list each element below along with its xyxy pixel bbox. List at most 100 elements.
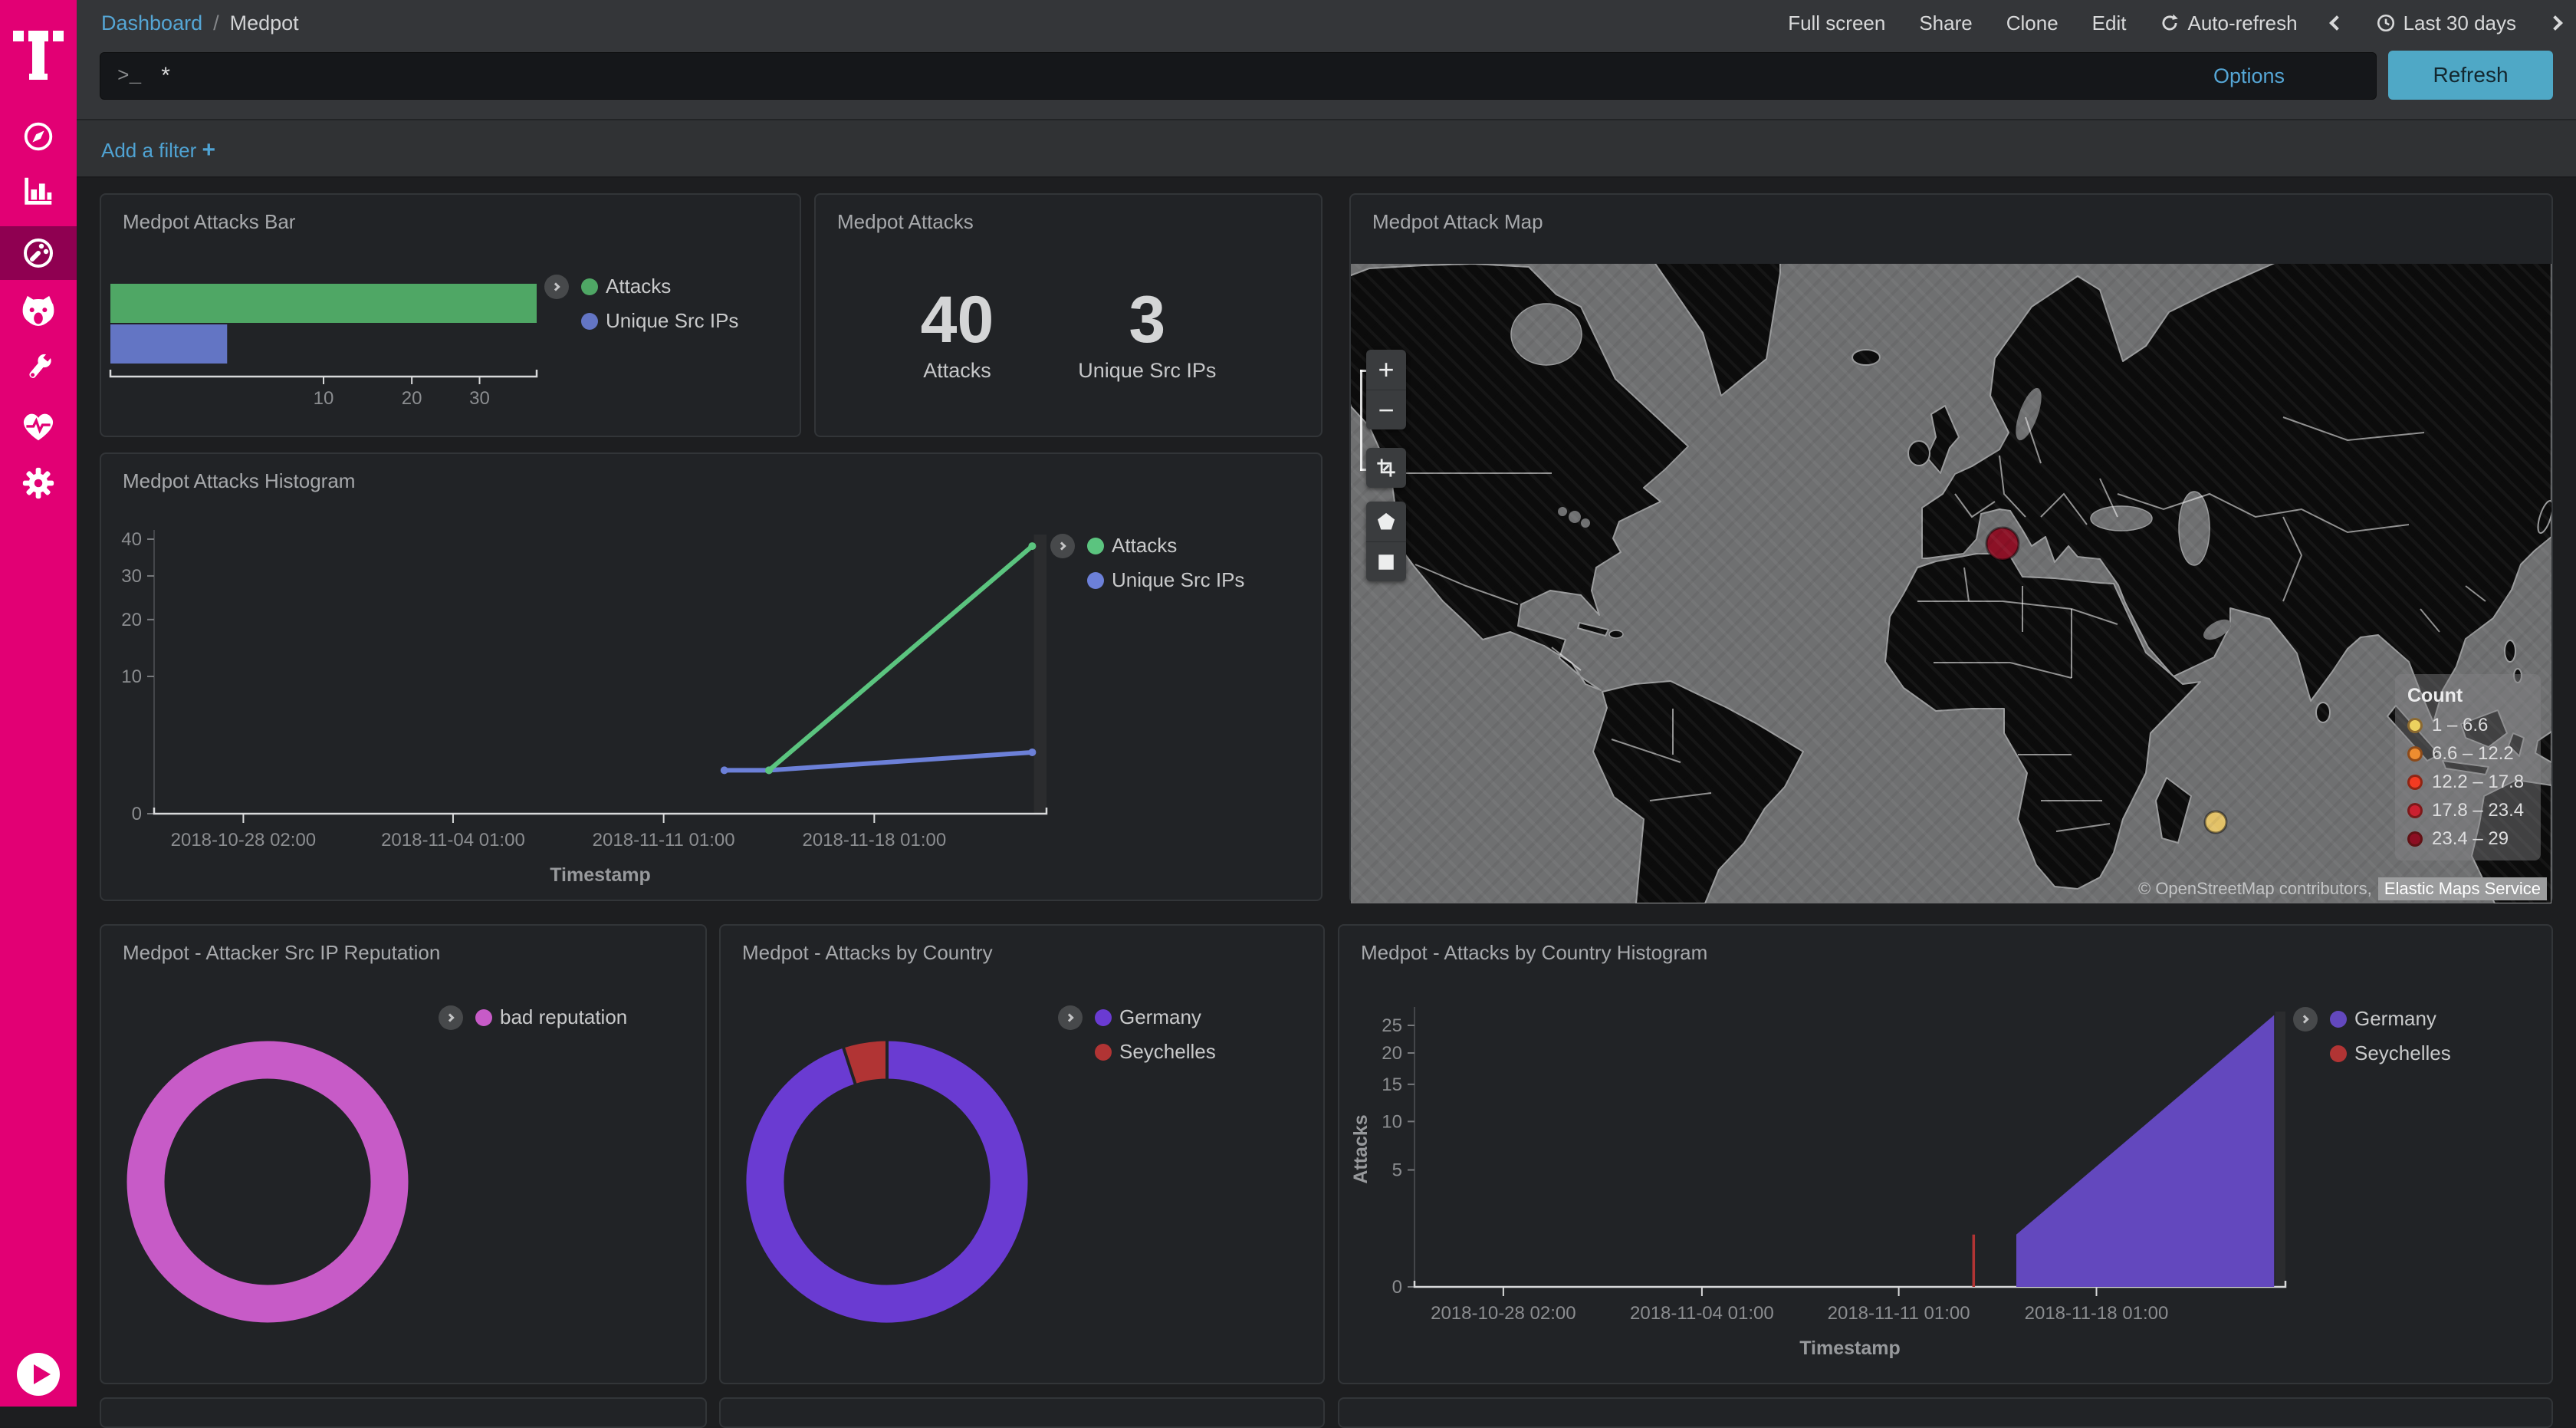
area-chart[interactable]: 05101520252018-10-28 02:002018-11-04 01:… — [1339, 926, 2551, 1383]
map-legend-title: Count — [2407, 685, 2528, 707]
legend-item-unique-src-ips[interactable]: Unique Src IPs — [581, 309, 738, 333]
refresh-button[interactable]: Refresh — [2388, 51, 2553, 100]
map-draw-controls — [1366, 502, 1406, 581]
time-forward-button[interactable] — [2550, 18, 2561, 28]
svg-text:0: 0 — [132, 804, 142, 824]
donut-chart[interactable] — [721, 926, 1323, 1383]
zoom-in-button[interactable]: + — [1366, 350, 1406, 390]
breadcrumb-dashboard-link[interactable]: Dashboard — [101, 12, 202, 35]
clone-button[interactable]: Clone — [2006, 12, 2058, 35]
panel-partial — [100, 1397, 707, 1428]
svg-text:20: 20 — [121, 610, 142, 630]
zoom-out-button[interactable]: − — [1366, 390, 1406, 429]
gear-icon — [21, 466, 56, 501]
ocean-pattern — [1351, 264, 2551, 903]
sidebar-item-honeypot[interactable] — [0, 284, 77, 337]
legend-item-seychelles[interactable]: Seychelles — [2330, 1041, 2451, 1065]
legend-toggle-button[interactable] — [1058, 1005, 1083, 1030]
full-screen-button[interactable]: Full screen — [1788, 12, 1885, 35]
breadcrumb-separator: / — [213, 12, 219, 35]
legend-item-bad-reputation[interactable]: bad reputation — [475, 1005, 627, 1029]
panel-partial — [1338, 1397, 2553, 1428]
sidebar-item-dashboard[interactable] — [0, 226, 77, 280]
compass-icon — [21, 119, 56, 154]
refresh-cycle-icon — [2160, 13, 2180, 33]
legend: Attacks Unique Src IPs — [544, 275, 738, 333]
donut-chart[interactable] — [101, 926, 705, 1383]
auto-refresh-button[interactable]: Auto-refresh — [2160, 12, 2297, 35]
sidebar-item-tools[interactable] — [0, 341, 77, 395]
telekom-logo[interactable] — [13, 20, 64, 90]
svg-text:5: 5 — [1392, 1160, 1402, 1181]
polygon-draw-button[interactable] — [1366, 502, 1406, 541]
bear-icon — [19, 294, 58, 327]
edit-button[interactable]: Edit — [2092, 12, 2127, 35]
time-picker-button[interactable]: Last 30 days — [2376, 12, 2516, 35]
heartbeat-icon — [20, 409, 57, 443]
collapse-nav-button[interactable] — [17, 1353, 60, 1396]
panel-attacks-by-country-histogram: Medpot - Attacks by Country Histogram 05… — [1338, 924, 2553, 1384]
crop-icon — [1375, 457, 1397, 479]
line-chart[interactable]: 0102030402018-10-28 02:002018-11-04 01:0… — [101, 454, 1321, 900]
panel-medpot-attacks-metric: Medpot Attacks 40 Attacks 3 Unique Src I… — [814, 193, 1322, 437]
panel-medpot-attacks-histogram: Medpot Attacks Histogram 0102030402018-1… — [100, 452, 1322, 901]
legend-item-germany[interactable]: Germany — [2330, 1007, 2451, 1031]
search-query-input[interactable]: >_ * — [100, 52, 2377, 100]
sidebar-item-monitoring[interactable] — [0, 399, 77, 452]
legend-item-attacks[interactable]: Attacks — [581, 275, 738, 298]
query-bar: >_ * Options Refresh — [77, 46, 2576, 119]
legend-item-attacks[interactable]: Attacks — [1087, 534, 1244, 558]
legend-toggle-button[interactable] — [2293, 1007, 2318, 1032]
legend: bad reputation — [439, 1005, 627, 1030]
sidebar-item-visualize[interactable] — [0, 164, 77, 218]
svg-text:30: 30 — [469, 388, 490, 409]
legend-item-seychelles[interactable]: Seychelles — [1095, 1040, 1216, 1064]
world-map[interactable]: + − Count 1 – 6.6 6.6 – 12.2 12.2 – 17.8… — [1351, 264, 2551, 903]
add-filter-link[interactable]: Add a filter + — [101, 137, 215, 163]
sidebar-item-settings[interactable] — [0, 456, 77, 510]
legend-row: 6.6 – 12.2 — [2407, 743, 2528, 765]
legend-row: 12.2 – 17.8 — [2407, 772, 2528, 793]
options-link[interactable]: Options — [2213, 64, 2285, 88]
legend-item-unique-src-ips[interactable]: Unique Src IPs — [1087, 568, 1244, 592]
time-back-button[interactable] — [2331, 18, 2342, 28]
svg-text:10: 10 — [314, 388, 334, 409]
osm-attribution-link[interactable]: © OpenStreetMap contributors, — [2138, 879, 2372, 899]
box-select-button[interactable] — [1366, 448, 1406, 488]
metric-label: Attacks — [921, 359, 994, 383]
filter-bar: Add a filter + — [77, 119, 2576, 178]
panel-attacks-by-country: Medpot - Attacks by Country Germany Seyc… — [719, 924, 1325, 1384]
map-zoom-controls: + − — [1366, 350, 1406, 429]
svg-text:2018-11-11 01:00: 2018-11-11 01:00 — [1828, 1303, 1970, 1324]
metric-unique-src-ips: 3 Unique Src IPs — [1078, 287, 1216, 383]
nav-actions: Full screen Share Clone Edit Auto-refres… — [1788, 0, 2561, 46]
panel-title[interactable]: Medpot Attack Map — [1372, 210, 1543, 234]
legend: Germany Seychelles — [2293, 1007, 2451, 1065]
top-navigation-bar: Dashboard / Medpot Full screen Share Clo… — [77, 0, 2576, 46]
svg-text:20: 20 — [1382, 1043, 1402, 1064]
ems-attribution-link[interactable]: Elastic Maps Service — [2378, 877, 2547, 900]
share-button[interactable]: Share — [1919, 12, 1972, 35]
legend: Attacks Unique Src IPs — [1050, 534, 1244, 592]
square-icon — [1376, 552, 1396, 572]
panel-title[interactable]: Medpot Attacks — [837, 210, 974, 234]
legend-row: 1 – 6.6 — [2407, 715, 2528, 736]
clock-icon — [2376, 13, 2396, 33]
legend-toggle-button[interactable] — [439, 1005, 463, 1030]
svg-text:40: 40 — [121, 529, 142, 550]
wrench-icon — [21, 350, 56, 386]
sidebar-item-discover[interactable] — [0, 110, 77, 163]
legend-item-germany[interactable]: Germany — [1095, 1005, 1216, 1029]
legend-toggle-button[interactable] — [544, 275, 569, 299]
svg-text:Timestamp: Timestamp — [1799, 1338, 1901, 1359]
legend-toggle-button[interactable] — [1050, 534, 1075, 558]
legend-row: 23.4 – 29 — [2407, 828, 2528, 850]
sidebar — [0, 0, 77, 1407]
map-crop-control — [1366, 448, 1406, 488]
svg-text:10: 10 — [121, 666, 142, 687]
play-icon — [34, 1364, 51, 1384]
rectangle-draw-button[interactable] — [1366, 541, 1406, 581]
metric-group: 40 Attacks 3 Unique Src IPs — [816, 287, 1321, 383]
map-attribution: © OpenStreetMap contributors, Elastic Ma… — [2138, 877, 2547, 900]
svg-text:30: 30 — [121, 566, 142, 587]
